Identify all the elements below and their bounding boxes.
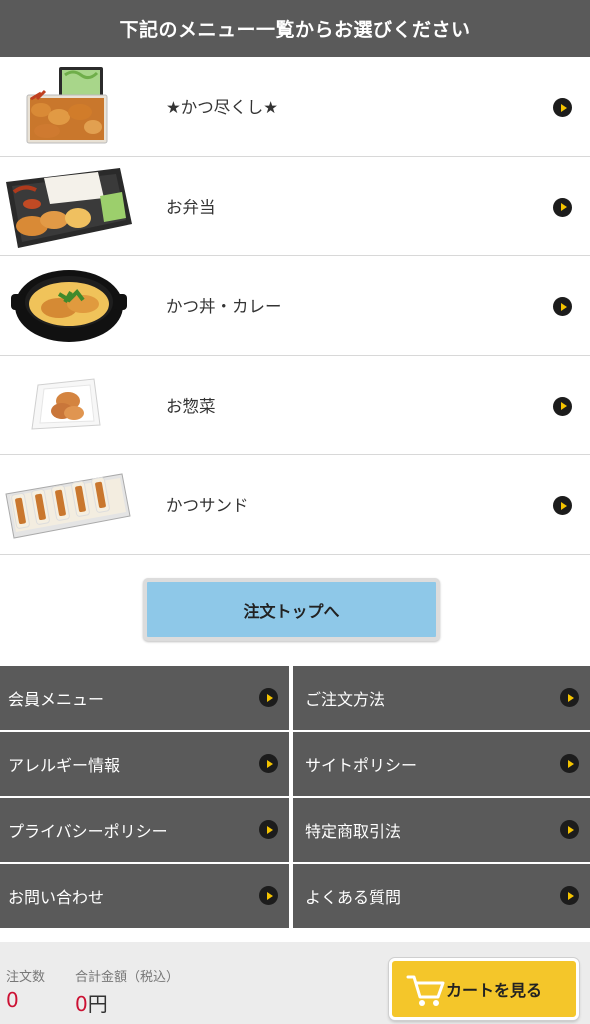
menu-item-katsu-sandwich[interactable]: かつサンド [0,455,590,555]
katsu-assortment-thumbnail [0,61,135,152]
nav-item-allergy-info[interactable]: アレルギー情報 [0,732,289,796]
cart-summary-bar: 注文数 0 合計金額（税込） 0円 カートを見る [0,942,590,1024]
chevron-right-icon [259,688,278,707]
chevron-right-icon [553,98,572,117]
side-dish-thumbnail [0,360,135,451]
view-cart-button[interactable]: カートを見る [389,958,579,1020]
header-title: 下記のメニュー一覧からお選びください [119,19,471,41]
nav-item-site-policy[interactable]: サイトポリシー [293,732,590,796]
menu-item-label: ★かつ尽くし★ [166,98,279,118]
menu-item-bento[interactable]: お弁当 [0,156,590,256]
total-price-value: 0 [75,992,88,1016]
menu-item-label: お弁当 [166,197,216,217]
menu-item-label: かつ丼・カレー [166,297,282,317]
menu-item-katsu-zukushi[interactable]: ★かつ尽くし★ [0,57,590,157]
nav-item-label: プライバシーポリシー [8,822,168,841]
footer-nav-grid: 会員メニュー ご注文方法 アレルギー情報 サイトポリシー プライバシーポリシー … [0,666,590,930]
chevron-right-icon [259,886,278,905]
nav-item-label: よくある質問 [305,888,402,907]
chevron-right-icon [560,688,579,707]
chevron-right-icon [553,297,572,316]
nav-item-label: アレルギー情報 [8,756,121,775]
katsudon-bowl-thumbnail [0,260,135,351]
nav-item-privacy-policy[interactable]: プライバシーポリシー [0,798,289,862]
nav-item-label: 会員メニュー [8,690,105,709]
nav-item-contact[interactable]: お問い合わせ [0,864,289,928]
total-price-label: 合計金額（税込） [75,970,180,985]
menu-item-katsudon-curry[interactable]: かつ丼・カレー [0,256,590,356]
menu-item-label: かつサンド [166,496,249,516]
nav-item-label: サイトポリシー [305,756,418,775]
view-cart-label: カートを見る [446,981,543,1000]
order-top-button[interactable]: 注文トップへ [143,578,440,641]
nav-item-commerce-law[interactable]: 特定商取引法 [293,798,590,862]
total-price-unit: 円 [87,992,108,1016]
chevron-right-icon [560,886,579,905]
chevron-right-icon [553,197,572,217]
chevron-right-icon [259,820,278,839]
chevron-right-icon [553,396,572,416]
nav-item-label: ご注文方法 [305,690,386,709]
katsu-sandwich-thumbnail [0,459,135,550]
nav-item-member-menu[interactable]: 会員メニュー [0,666,289,730]
chevron-right-icon [560,820,579,839]
menu-list: ★かつ尽くし★ お弁当 かつ丼・カレー お惣菜 かつサンド [0,57,590,555]
page-header: 下記のメニュー一覧からお選びください [0,0,590,57]
order-count-label: 注文数 [6,970,46,985]
chevron-right-icon [553,496,572,515]
nav-item-how-to-order[interactable]: ご注文方法 [293,666,590,730]
menu-item-label: お惣菜 [166,396,216,416]
nav-item-label: 特定商取引法 [305,822,402,841]
order-count-value: 0 [6,988,19,1012]
bento-box-thumbnail [0,161,135,252]
total-price: 0円 [75,988,108,1017]
cart-icon [406,975,445,1006]
nav-item-label: お問い合わせ [8,888,105,907]
nav-item-faq[interactable]: よくある質問 [293,864,590,928]
chevron-right-icon [259,754,278,773]
order-top-section: 注文トップへ [0,553,590,666]
menu-item-side-dish[interactable]: お惣菜 [0,355,590,455]
chevron-right-icon [560,754,579,773]
